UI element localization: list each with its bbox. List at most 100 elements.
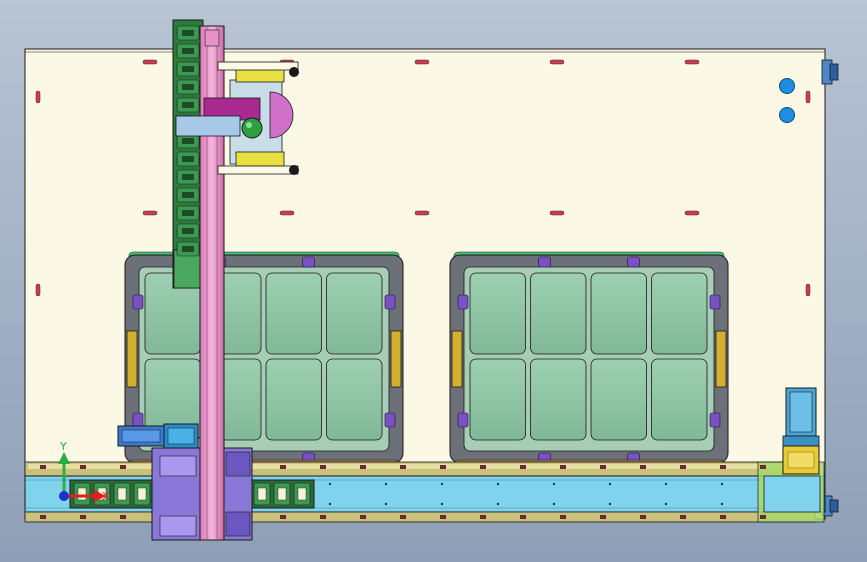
rail-mark <box>280 515 286 519</box>
vchain-link-window <box>182 30 194 36</box>
rail-mark <box>400 515 406 519</box>
conveyor-hole <box>608 482 612 486</box>
rail-mark <box>280 465 286 469</box>
tray-clamp <box>457 294 469 310</box>
button-bottom-icon[interactable] <box>779 107 795 123</box>
rail-mark <box>480 515 486 519</box>
conveyor-hole <box>440 482 444 486</box>
conveyor-hole <box>720 482 724 486</box>
chain-link-window <box>297 487 307 501</box>
rail-mark <box>640 515 646 519</box>
rail-mark <box>360 515 366 519</box>
conveyor-hole <box>552 482 556 486</box>
slot-horizontal <box>684 210 700 216</box>
slot-horizontal <box>414 59 430 65</box>
vchain-link-window <box>182 48 194 54</box>
origin-icon <box>59 491 69 501</box>
conveyor-hole <box>608 502 612 506</box>
rail-mark <box>720 465 726 469</box>
rail-mark <box>480 465 486 469</box>
tray-right <box>449 251 729 467</box>
tray-cell <box>651 272 708 355</box>
slot-horizontal <box>142 210 158 216</box>
rail-mark <box>400 465 406 469</box>
rail-mark <box>760 465 766 469</box>
vchain-link-window <box>182 192 194 198</box>
beam-motor <box>117 423 199 449</box>
tray-handle <box>451 330 463 388</box>
vchain-link-window <box>182 174 194 180</box>
servo-motor <box>782 387 820 475</box>
tray-handle <box>126 330 138 388</box>
rail-mark <box>80 465 86 469</box>
rail-mark <box>120 515 126 519</box>
x-axis-label: X <box>102 490 110 503</box>
rail-mark <box>680 515 686 519</box>
slot-vertical <box>35 283 41 297</box>
tray-cell <box>326 272 383 355</box>
slot-vertical <box>805 283 811 297</box>
conveyor-hole <box>720 502 724 506</box>
tray-cell <box>590 272 647 355</box>
tray-clamp <box>132 412 144 428</box>
conveyor-hole <box>384 482 388 486</box>
rail-mark <box>600 465 606 469</box>
slot-vertical <box>805 90 811 104</box>
y-axis-label: Y <box>59 440 67 453</box>
rail-mark <box>440 465 446 469</box>
slot-vertical <box>35 90 41 104</box>
conveyor-hole <box>384 502 388 506</box>
tray-cell <box>265 358 322 441</box>
conveyor-hole <box>552 502 556 506</box>
tray-clamp <box>384 412 396 428</box>
rail-mark <box>80 515 86 519</box>
tray-clamp <box>384 294 396 310</box>
rail-mark <box>360 465 366 469</box>
rail-mark <box>40 465 46 469</box>
tray-clamp <box>302 256 315 268</box>
conveyor-hole <box>664 482 668 486</box>
vchain-link-window <box>182 246 194 252</box>
tray-clamp <box>132 294 144 310</box>
cable-chain-vertical <box>172 19 204 289</box>
cad-viewport[interactable]: Y X <box>0 0 867 562</box>
tray-cell <box>530 358 587 441</box>
rail-mark <box>320 515 326 519</box>
rail-mark <box>640 465 646 469</box>
button-top-icon[interactable] <box>779 78 795 94</box>
chain-link-window <box>277 487 287 501</box>
rail-mark <box>680 465 686 469</box>
chain-link-window <box>257 487 267 501</box>
conveyor-hole <box>328 482 332 486</box>
chain-link-window <box>77 487 87 501</box>
tray-cell <box>651 358 708 441</box>
tray-cell <box>265 272 322 355</box>
rail-mark <box>40 515 46 519</box>
tray-clamp <box>627 256 640 268</box>
vchain-link-window <box>182 138 194 144</box>
vchain-link-window <box>182 210 194 216</box>
conveyor-hole <box>440 502 444 506</box>
rail-mark <box>440 515 446 519</box>
rail-mark <box>560 465 566 469</box>
rail-mark <box>320 465 326 469</box>
conveyor-hole <box>496 502 500 506</box>
vchain-link-window <box>182 102 194 108</box>
rail-mark <box>120 465 126 469</box>
conveyor-hole <box>328 502 332 506</box>
vchain-link-window <box>182 156 194 162</box>
rail-mark <box>600 515 606 519</box>
tray-cell <box>469 358 526 441</box>
chain-link-window <box>117 487 127 501</box>
conveyor-hole <box>496 482 500 486</box>
rail-mark <box>560 515 566 519</box>
vchain-link-window <box>182 228 194 234</box>
tray-handle <box>390 330 402 388</box>
tray-clamp <box>709 412 721 428</box>
tray-cell <box>326 358 383 441</box>
rail-mark <box>520 465 526 469</box>
tray-cell <box>590 358 647 441</box>
slot-horizontal <box>684 59 700 65</box>
tray-cell <box>530 272 587 355</box>
slot-horizontal <box>414 210 430 216</box>
